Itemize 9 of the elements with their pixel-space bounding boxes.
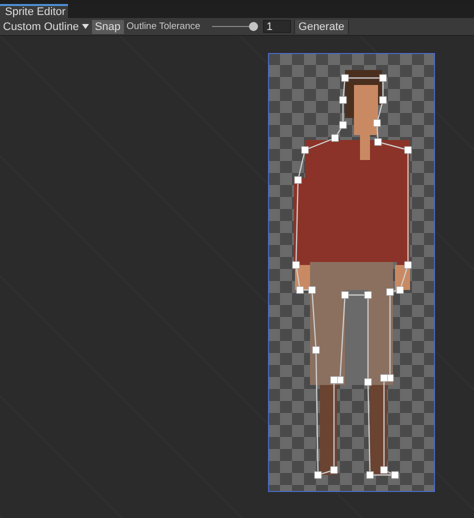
window-tab[interactable]: Sprite Editor [0, 4, 68, 18]
caret-icon [82, 24, 89, 29]
outline-mode-dropdown[interactable]: Custom Outline [3, 20, 89, 32]
tolerance-field[interactable]: 1 [262, 20, 291, 33]
snap-toggle[interactable]: Snap [92, 20, 124, 34]
slider-thumb[interactable] [249, 22, 258, 30]
tolerance-slider[interactable] [212, 22, 256, 32]
tolerance-label: Outline Tolerance [126, 21, 202, 32]
generate-button[interactable]: Generate [294, 20, 350, 34]
